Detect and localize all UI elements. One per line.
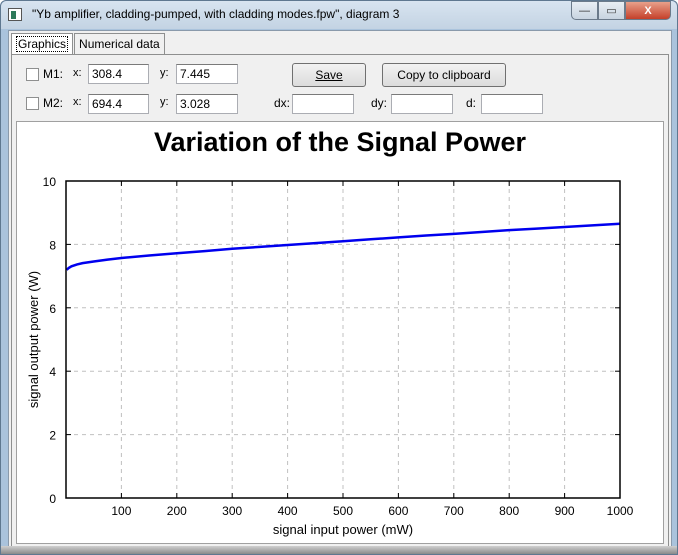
maximize-icon: ▭ <box>606 5 617 17</box>
x-tick-label: 900 <box>555 504 575 518</box>
graphics-panel: M1: x: 308.4 y: 7.445 M2: x: 694.4 y: 3.… <box>11 54 669 547</box>
maximize-button[interactable]: ▭ <box>598 1 625 20</box>
app-window: "Yb amplifier, cladding-pumped, with cla… <box>0 0 678 555</box>
m1-y-label: y: <box>160 67 169 79</box>
x-tick-label: 500 <box>333 504 353 518</box>
minimize-button[interactable]: — <box>571 1 598 20</box>
close-button[interactable]: X <box>625 1 671 20</box>
chart-title: Variation of the Signal Power <box>154 127 527 157</box>
copy-to-clipboard-button[interactable]: Copy to clipboard <box>382 63 506 87</box>
m2-y-field[interactable]: 3.028 <box>176 94 238 114</box>
d-label: d: <box>466 96 477 110</box>
m2-checkbox[interactable] <box>26 97 39 110</box>
marker-controls: M1: x: 308.4 y: 7.445 M2: x: 694.4 y: 3.… <box>12 55 668 121</box>
m1-y-field[interactable]: 7.445 <box>176 64 238 84</box>
y-tick-label: 4 <box>49 365 56 379</box>
dx-field[interactable] <box>292 94 354 114</box>
y-tick-label: 10 <box>43 175 57 189</box>
m2-x-label: x: <box>73 96 82 108</box>
dy-label: dy: <box>371 96 388 110</box>
ticks: 100 200 300 400 500 600 700 800 900 1000 0 2 4 6 8 10 <box>43 175 634 518</box>
m2-label: M2: <box>43 96 64 110</box>
tab-bar: Graphics Numerical data <box>11 33 166 55</box>
m2-y-label: y: <box>160 96 169 108</box>
minimize-icon: — <box>579 4 590 17</box>
tab-numerical-data[interactable]: Numerical data <box>74 33 165 55</box>
y-tick-label: 2 <box>49 429 56 443</box>
m1-x-label: x: <box>73 67 82 79</box>
x-tick-label: 1000 <box>607 504 634 518</box>
x-tick-label: 800 <box>499 504 519 518</box>
chart: Variation of the Signal Power 100 200 300 4… <box>26 127 634 537</box>
dy-field[interactable] <box>391 94 453 114</box>
d-field[interactable] <box>481 94 543 114</box>
y-tick-label: 0 <box>49 492 56 506</box>
m1-checkbox[interactable] <box>26 68 39 81</box>
window-bottom-border <box>1 546 677 554</box>
y-tick-label: 6 <box>49 302 56 316</box>
dx-label: dx: <box>274 96 291 110</box>
x-tick-label: 100 <box>111 504 131 518</box>
tab-graphics[interactable]: Graphics <box>11 33 74 55</box>
x-tick-label: 300 <box>222 504 242 518</box>
title-bar[interactable]: "Yb amplifier, cladding-pumped, with cla… <box>1 1 677 29</box>
m1-x-field[interactable]: 308.4 <box>88 64 149 84</box>
plot-area[interactable]: Variation of the Signal Power 100 200 300 4… <box>16 121 664 544</box>
y-axis-label: signal output power (W) <box>26 271 41 408</box>
save-button[interactable]: Save <box>292 63 366 87</box>
x-tick-label: 200 <box>167 504 187 518</box>
window-title: "Yb amplifier, cladding-pumped, with cla… <box>32 7 400 21</box>
m1-label: M1: <box>43 67 64 81</box>
y-tick-label: 8 <box>49 238 56 252</box>
app-icon <box>8 8 22 21</box>
x-tick-label: 600 <box>388 504 408 518</box>
x-axis-label: signal input power (mW) <box>273 522 413 537</box>
x-tick-label: 700 <box>444 504 464 518</box>
m2-x-field[interactable]: 694.4 <box>88 94 149 114</box>
close-icon: X <box>644 4 652 17</box>
client-area: Graphics Numerical data M1: x: 308.4 y: … <box>8 30 672 549</box>
x-tick-label: 400 <box>278 504 298 518</box>
